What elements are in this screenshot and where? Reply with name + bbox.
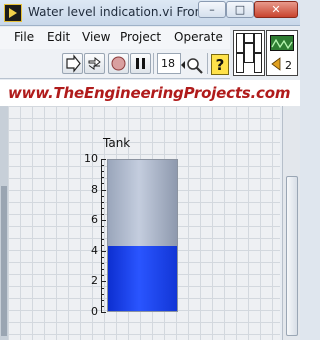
tank-minor-tick <box>101 287 104 289</box>
tank-minor-tick <box>101 226 104 228</box>
abort-button[interactable] <box>108 53 129 74</box>
banner-text: www.TheEngineeringProjects.com <box>8 84 291 102</box>
tank-indicator[interactable]: 10 8 6 4 2 0 <box>80 152 190 318</box>
tank-scale-axis <box>101 159 102 312</box>
tank-minor-tick <box>101 201 104 203</box>
tank-minor-tick <box>101 171 104 173</box>
tank-minor-tick <box>101 238 104 240</box>
watermark-banner: www.TheEngineeringProjects.com <box>0 80 300 106</box>
tank-minor-tick <box>101 293 104 295</box>
tank-major-tick <box>101 281 106 283</box>
tank-minor-tick <box>101 232 104 234</box>
waveform-icon <box>271 38 293 50</box>
tank-tick-label: 0 <box>91 305 98 318</box>
tank-minor-tick <box>101 165 104 167</box>
labview-app-icon <box>4 4 22 22</box>
menu-file[interactable]: File <box>14 30 34 44</box>
tank-major-tick <box>101 250 106 252</box>
run-button[interactable] <box>62 53 83 74</box>
tank-minor-tick <box>101 214 104 216</box>
tank-label: Tank <box>103 136 131 150</box>
help-icon[interactable]: ? <box>211 54 229 75</box>
menu-operate[interactable]: Operate <box>174 30 223 44</box>
vertical-scrollbar[interactable] <box>282 106 300 340</box>
vi-icon[interactable]: 2 <box>266 30 298 76</box>
title-bar: Water level indication.vi Fron... – □ ✕ <box>0 0 300 26</box>
menu-project[interactable]: Project <box>120 30 161 44</box>
left-scroll-thumb[interactable] <box>1 186 7 336</box>
zoom-icon[interactable] <box>180 57 204 75</box>
tank-major-tick <box>101 189 106 191</box>
menu-bar: File Edit View Project Operate <box>0 27 230 49</box>
connector-terminal[interactable] <box>236 33 244 53</box>
tank-major-tick <box>101 220 106 222</box>
tank-minor-tick <box>101 195 104 197</box>
abort-icon <box>111 56 126 71</box>
pause-button[interactable] <box>130 53 151 74</box>
tank-body <box>107 159 178 312</box>
left-scrollbar[interactable] <box>0 106 8 340</box>
run-arrow-icon <box>66 54 81 73</box>
tank-minor-tick <box>101 269 104 271</box>
tank-major-tick <box>101 312 106 313</box>
toolbar-separator <box>207 53 208 74</box>
close-button[interactable]: ✕ <box>254 1 298 18</box>
menu-view[interactable]: View <box>82 30 110 44</box>
tank-tick-label: 10 <box>84 152 98 165</box>
connector-terminal[interactable] <box>254 33 262 53</box>
tank-minor-tick <box>101 244 104 246</box>
tank-minor-tick <box>101 177 104 179</box>
toolbar-separator <box>153 53 154 74</box>
tank-minor-tick <box>101 263 104 265</box>
minimize-button[interactable]: – <box>198 1 226 18</box>
connector-terminal[interactable] <box>244 43 254 63</box>
connector-terminal[interactable] <box>236 53 244 73</box>
connector-terminal[interactable] <box>244 33 254 43</box>
pause-icon <box>136 58 145 69</box>
window-title: Water level indication.vi Fron... <box>28 5 214 19</box>
tank-tick-label: 6 <box>91 213 98 227</box>
tank-minor-tick <box>101 183 104 185</box>
tank-water-fill <box>108 246 177 311</box>
tank-minor-tick <box>101 299 104 301</box>
tank-minor-tick <box>101 207 104 209</box>
run-continuously-button[interactable] <box>84 53 105 74</box>
tank-minor-tick <box>101 275 104 277</box>
connector-terminal[interactable] <box>254 53 262 73</box>
svg-text:?: ? <box>216 56 225 74</box>
vi-icon-screen <box>270 35 294 51</box>
vertical-scroll-thumb[interactable] <box>286 176 298 336</box>
font-size-value: 18 <box>161 57 175 70</box>
tank-tick-label: 2 <box>91 274 98 288</box>
connector-number: 2 <box>285 59 292 72</box>
tank-minor-tick <box>101 256 104 258</box>
tank-minor-tick <box>101 305 104 307</box>
labview-front-panel-window: Water level indication.vi Fron... – □ ✕ … <box>0 0 300 340</box>
indicator-arrow-icon <box>271 57 281 71</box>
tank-major-tick <box>101 159 106 160</box>
tank-tick-label: 8 <box>91 182 98 196</box>
connector-pane[interactable] <box>233 30 265 76</box>
toolbar: 18 ? <box>0 49 230 79</box>
run-continuously-icon <box>88 56 101 70</box>
tank-tick-label: 4 <box>91 243 98 257</box>
menu-edit[interactable]: Edit <box>47 30 70 44</box>
maximize-button[interactable]: □ <box>226 1 254 18</box>
font-size-field[interactable]: 18 <box>157 53 181 74</box>
